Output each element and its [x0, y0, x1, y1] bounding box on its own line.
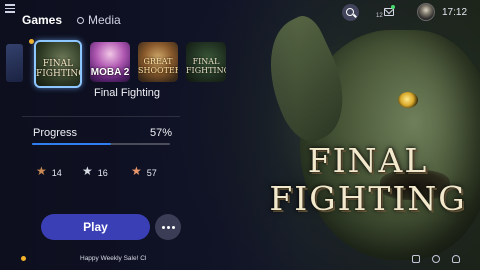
- game-tile-final-fighting-alt[interactable]: FINAL FIGHTING: [186, 42, 226, 82]
- silver-trophy-icon: ★: [82, 164, 93, 178]
- hero-title-line2: FIGHTING: [269, 179, 467, 218]
- news-indicator-dot: [21, 256, 26, 261]
- friends-icon[interactable]: [452, 255, 460, 263]
- party-icon[interactable]: [432, 255, 440, 263]
- hero-game-logo: FINAL FIGHTING: [268, 142, 468, 218]
- chat-icon[interactable]: [412, 255, 420, 263]
- bronze-trophy-icon: ★: [36, 164, 47, 178]
- trophy-silver[interactable]: ★ 16: [82, 164, 108, 178]
- hero-title-line1: FINAL: [307, 141, 429, 180]
- media-icon: [77, 17, 84, 24]
- game-tile-moba-2[interactable]: MOBA 2: [90, 42, 130, 82]
- game-tile-previous[interactable]: [6, 44, 23, 82]
- progress-label: Progress: [33, 127, 78, 139]
- notifications-icon[interactable]: [384, 8, 394, 16]
- progress-value: 57%: [150, 127, 173, 139]
- gold-trophy-icon: ★: [131, 164, 142, 178]
- search-icon[interactable]: [342, 4, 359, 21]
- divider: [22, 116, 180, 117]
- game-tile-final-fighting[interactable]: FINAL FIGHTING: [34, 40, 82, 88]
- game-tile-art-text: MOBA 2: [90, 67, 130, 78]
- game-tile-art-text: FINAL FIGHTING: [186, 57, 226, 75]
- progress-bar-fill: [32, 143, 111, 145]
- game-tile-art-text: GREAT SHOOTER: [138, 57, 178, 75]
- news-ticker[interactable]: Happy Weekly Sale! Chec: [80, 255, 146, 262]
- bronze-trophy-count: 14: [51, 168, 62, 178]
- tab-media[interactable]: Media: [77, 13, 121, 27]
- trophy-gold[interactable]: ★ 57: [131, 164, 157, 178]
- gold-trophy-count: 57: [146, 168, 157, 178]
- avatar[interactable]: [417, 3, 435, 21]
- trophy-bronze[interactable]: ★ 14: [36, 164, 62, 178]
- play-button[interactable]: Play: [41, 214, 150, 240]
- game-tile-art-text: FINAL FIGHTING: [36, 59, 82, 79]
- tab-media-label: Media: [88, 13, 121, 27]
- silver-trophy-count: 16: [97, 168, 108, 178]
- clock: 17:12: [442, 7, 468, 18]
- menu-icon[interactable]: [5, 4, 15, 13]
- selected-game-name: Final Fighting: [93, 87, 161, 99]
- progress-bar: [32, 143, 170, 145]
- more-options-button[interactable]: [155, 214, 181, 240]
- notification-count: 12: [376, 13, 383, 19]
- game-tile-great-shooter[interactable]: GREAT SHOOTER: [138, 42, 178, 82]
- notification-dot: [391, 5, 395, 9]
- new-indicator-dot: [29, 39, 34, 44]
- tab-games[interactable]: Games: [22, 13, 62, 27]
